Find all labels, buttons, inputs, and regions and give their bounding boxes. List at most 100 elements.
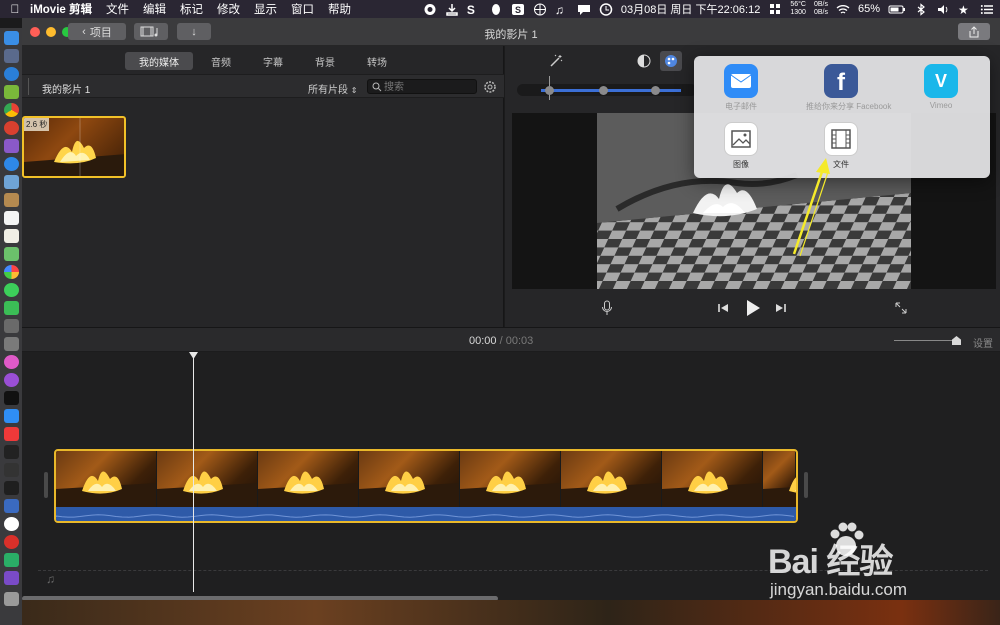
music-icon[interactable]: ♫ bbox=[555, 3, 569, 17]
gear-icon[interactable] bbox=[483, 80, 497, 94]
appletv-icon[interactable] bbox=[3, 391, 19, 405]
tab-audio[interactable]: 音频 bbox=[197, 52, 245, 70]
search-icon bbox=[372, 82, 382, 92]
fullscreen-icon[interactable] bbox=[894, 301, 908, 315]
vivaldi-icon[interactable] bbox=[3, 427, 19, 441]
menu-window[interactable]: 窗口 bbox=[291, 1, 314, 17]
terminal-icon[interactable] bbox=[3, 445, 19, 459]
timeline-clip[interactable] bbox=[54, 449, 798, 523]
network-readout[interactable]: 0B/s 0B/s bbox=[814, 1, 828, 17]
share-popover: 电子邮件 f 推给你来分享 Facebook V Vimeo 图像 文件 bbox=[694, 56, 990, 178]
itunes-icon[interactable] bbox=[3, 355, 19, 369]
menu-help[interactable]: 帮助 bbox=[328, 1, 351, 17]
share-email[interactable]: 电子邮件 bbox=[706, 64, 776, 112]
photos-icon[interactable] bbox=[3, 265, 19, 279]
magic-wand-icon[interactable] bbox=[549, 54, 563, 68]
screenshot-icon[interactable] bbox=[3, 319, 19, 333]
app-blue-icon[interactable] bbox=[3, 157, 19, 171]
globe-icon[interactable] bbox=[533, 3, 547, 16]
menu-file[interactable]: 文件 bbox=[106, 1, 129, 17]
messages-icon[interactable] bbox=[3, 283, 19, 297]
menu-mark[interactable]: 标记 bbox=[180, 1, 203, 17]
activity-icon[interactable] bbox=[3, 481, 19, 495]
battery-icon[interactable] bbox=[888, 3, 906, 16]
paper-icon[interactable] bbox=[3, 229, 19, 243]
share-button[interactable] bbox=[958, 23, 990, 40]
calendar-icon[interactable] bbox=[3, 211, 19, 225]
bluetooth-icon[interactable] bbox=[914, 2, 928, 16]
app-red-icon[interactable] bbox=[3, 121, 19, 135]
podcast-icon[interactable] bbox=[3, 373, 19, 387]
launchpad-icon[interactable] bbox=[3, 49, 19, 63]
tab-titles[interactable]: 字幕 bbox=[249, 52, 297, 70]
slider-knob-mid[interactable] bbox=[599, 86, 608, 95]
battery-percent[interactable]: 65% bbox=[858, 3, 880, 15]
time-separator: / bbox=[499, 335, 503, 347]
download-icon[interactable] bbox=[445, 3, 459, 16]
message-icon[interactable] bbox=[577, 3, 591, 16]
color-correction-button[interactable] bbox=[660, 51, 682, 71]
search-input[interactable] bbox=[384, 81, 472, 93]
playhead[interactable] bbox=[193, 352, 194, 592]
trim-handle-left[interactable] bbox=[44, 472, 48, 498]
microphone-icon[interactable] bbox=[601, 300, 613, 316]
grid-icon[interactable] bbox=[768, 3, 782, 16]
datetime[interactable]: 03月08日 周日 下午22:06:12 bbox=[621, 1, 760, 17]
app-purple-icon[interactable] bbox=[3, 139, 19, 153]
s-app-icon[interactable]: S bbox=[467, 3, 481, 17]
skip-back-icon[interactable] bbox=[717, 302, 729, 314]
tab-backgrounds[interactable]: 背景 bbox=[301, 52, 349, 70]
netease-music-icon[interactable] bbox=[3, 535, 19, 549]
qq-icon[interactable] bbox=[489, 3, 503, 16]
notes-icon[interactable] bbox=[3, 193, 19, 207]
color-balance-icon[interactable] bbox=[637, 54, 651, 68]
share-vimeo[interactable]: V Vimeo bbox=[906, 64, 976, 110]
vpn-icon[interactable] bbox=[3, 499, 19, 513]
stamp-icon[interactable] bbox=[3, 337, 19, 351]
clip-filter-select[interactable]: 所有片段 ⇕ bbox=[308, 81, 357, 96]
clock-icon[interactable] bbox=[599, 2, 613, 16]
share-image[interactable]: 图像 bbox=[706, 122, 776, 170]
skip-forward-icon[interactable] bbox=[775, 302, 787, 314]
volume-icon[interactable] bbox=[936, 3, 950, 16]
temp-value: 56°C bbox=[790, 1, 806, 8]
tab-my-media[interactable]: 我的媒体 bbox=[125, 52, 193, 70]
zoom-slider-knob[interactable] bbox=[952, 336, 961, 345]
play-icon[interactable] bbox=[745, 299, 761, 317]
android-icon[interactable] bbox=[3, 85, 19, 99]
rpm-value: 1300 bbox=[790, 9, 806, 16]
safari-icon[interactable] bbox=[3, 67, 19, 81]
timeline-settings[interactable]: 设置 bbox=[973, 335, 993, 350]
chrome-icon[interactable] bbox=[3, 103, 19, 117]
menu-view[interactable]: 显示 bbox=[254, 1, 277, 17]
slider-knob-right[interactable] bbox=[651, 86, 660, 95]
current-time: 00:00 bbox=[469, 335, 497, 347]
app-menu[interactable]: iMovie 剪辑 bbox=[30, 1, 92, 17]
s-box-icon[interactable]: S bbox=[511, 3, 525, 16]
slider-knob-left[interactable] bbox=[545, 86, 554, 95]
trash-icon[interactable] bbox=[3, 592, 19, 606]
status-app-icon[interactable] bbox=[423, 3, 437, 16]
sensor-readout[interactable]: 56°C 1300 bbox=[790, 1, 806, 17]
appstore-icon[interactable] bbox=[3, 409, 19, 423]
menu-modify[interactable]: 修改 bbox=[217, 1, 240, 17]
menu-edit[interactable]: 编辑 bbox=[143, 1, 166, 17]
yandex-icon[interactable] bbox=[3, 517, 19, 531]
maps-icon[interactable] bbox=[3, 247, 19, 261]
facetime-icon[interactable] bbox=[3, 301, 19, 315]
control-list-icon[interactable] bbox=[980, 3, 994, 16]
preview-icon[interactable] bbox=[3, 175, 19, 189]
zoom-slider-track[interactable] bbox=[894, 340, 958, 341]
finder-icon[interactable] bbox=[3, 31, 19, 45]
trim-handle-right[interactable] bbox=[804, 472, 808, 498]
apple-icon[interactable]:  bbox=[0, 2, 30, 16]
total-time: 00:03 bbox=[505, 335, 534, 347]
share-facebook[interactable]: f 推给你来分享 Facebook bbox=[806, 64, 891, 112]
console-icon[interactable] bbox=[3, 463, 19, 477]
tab-transitions[interactable]: 转场 bbox=[353, 52, 401, 70]
wifi-icon[interactable] bbox=[836, 3, 850, 16]
star-icon[interactable]: ★ bbox=[958, 3, 972, 17]
media-clip-thumbnail[interactable]: 2.6 秒 bbox=[22, 116, 126, 178]
imovie-icon[interactable] bbox=[3, 571, 19, 585]
wechat-icon[interactable] bbox=[3, 553, 19, 567]
